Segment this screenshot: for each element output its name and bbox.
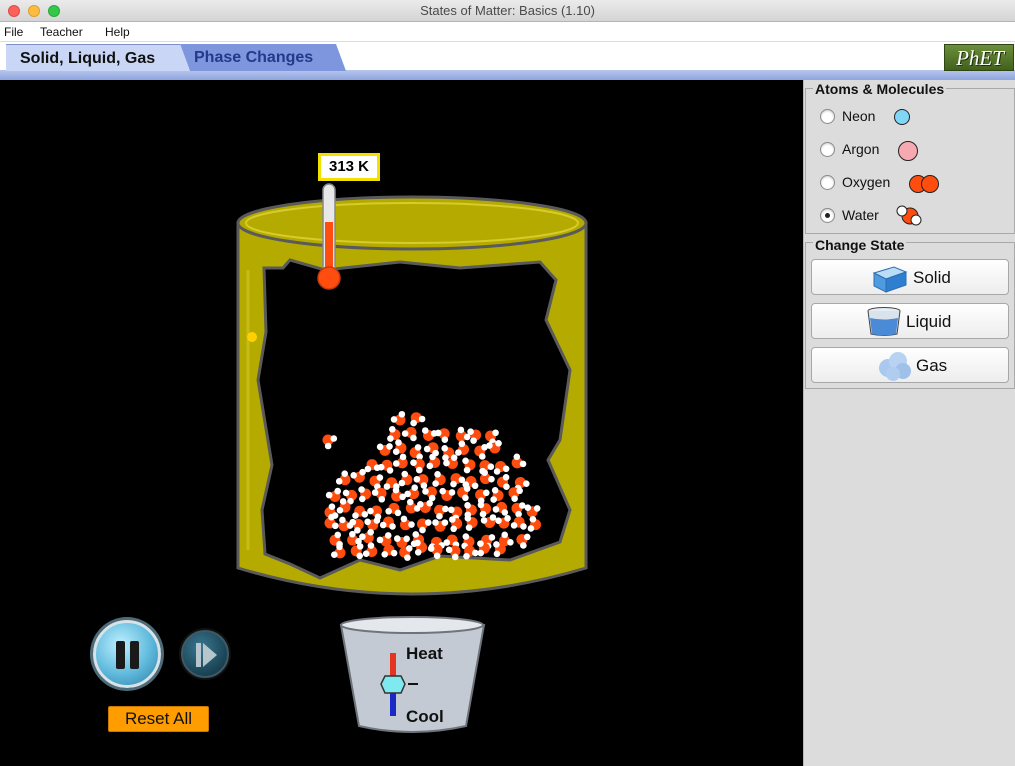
temperature-readout: 313 K xyxy=(318,153,380,181)
particle-container xyxy=(236,195,588,596)
radio-oxygen-button[interactable] xyxy=(820,175,835,190)
menu-teacher[interactable]: Teacher xyxy=(40,25,83,39)
menu-file[interactable]: File xyxy=(4,25,23,39)
step-forward-button[interactable] xyxy=(181,630,229,678)
water-molecule-icon xyxy=(896,205,922,226)
solid-button-label: Solid xyxy=(913,268,951,287)
phet-logo-text: PhET xyxy=(956,46,1004,70)
gas-cloud-icon xyxy=(879,352,911,381)
atoms-molecules-title: Atoms & Molecules xyxy=(813,81,947,97)
radio-argon-label: Argon xyxy=(842,141,880,157)
phet-logo[interactable]: PhET xyxy=(944,44,1014,71)
radio-argon-button[interactable] xyxy=(820,142,835,157)
radio-water-button[interactable] xyxy=(820,208,835,223)
liquid-button[interactable]: Liquid xyxy=(811,303,1009,339)
ice-cube-icon xyxy=(872,266,908,293)
pause-button[interactable] xyxy=(93,620,161,688)
gas-button-label: Gas xyxy=(916,356,948,375)
atoms-molecules-group: Atoms & Molecules Neon Argon Oxygen Wate… xyxy=(805,81,1015,234)
change-state-title: Change State xyxy=(813,237,907,253)
cool-label: Cool xyxy=(406,707,444,726)
water-glass-icon xyxy=(867,307,901,336)
step-forward-icon xyxy=(196,643,218,667)
menu-bar: File Teacher Help xyxy=(0,22,1015,42)
pause-icon xyxy=(116,641,141,669)
app-window: States of Matter: Basics (1.10) File Tea… xyxy=(0,0,1015,766)
radio-oxygen-label: Oxygen xyxy=(842,174,891,190)
title-bar: States of Matter: Basics (1.10) xyxy=(0,0,1015,22)
tab-underline xyxy=(0,70,1015,80)
radio-oxygen[interactable]: Oxygen xyxy=(820,171,1010,195)
radio-neon-label: Neon xyxy=(842,108,876,124)
radio-water-label: Water xyxy=(842,207,879,223)
thermometer-bulb xyxy=(317,266,341,290)
window-title: States of Matter: Basics (1.10) xyxy=(420,3,595,18)
radio-neon[interactable]: Neon xyxy=(820,105,1010,129)
radio-water[interactable]: Water xyxy=(820,204,1010,228)
heater-bucket-rim xyxy=(340,616,484,634)
heater-slider-knob[interactable] xyxy=(380,675,406,694)
oxygen-molecule-icon xyxy=(909,175,939,193)
radio-neon-button[interactable] xyxy=(820,109,835,124)
radio-argon[interactable]: Argon xyxy=(820,138,1010,162)
reset-all-button[interactable]: Reset All xyxy=(108,706,209,732)
solid-button[interactable]: Solid xyxy=(811,259,1009,295)
tab-phase-changes[interactable]: Phase Changes xyxy=(180,44,346,71)
container-lid[interactable] xyxy=(236,195,588,251)
gas-button[interactable]: Gas xyxy=(811,347,1009,383)
neon-atom-icon xyxy=(894,109,910,125)
tab-solid-liquid-gas[interactable]: Solid, Liquid, Gas xyxy=(6,44,190,71)
menu-help[interactable]: Help xyxy=(105,25,130,39)
argon-atom-icon xyxy=(898,141,918,161)
heat-label: Heat xyxy=(406,644,443,663)
liquid-button-label: Liquid xyxy=(906,312,952,331)
lid-handle[interactable] xyxy=(247,332,257,342)
